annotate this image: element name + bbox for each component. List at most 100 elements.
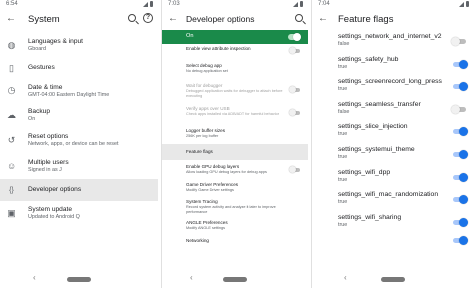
nav-back-icon[interactable]: ‹ [33,273,36,282]
item-title: System update [28,206,72,213]
dev-item-wait-for-debugger[interactable]: Wait for debugger Debugged application w… [162,80,308,102]
item-subtitle: Updated to Android Q [28,214,80,220]
flag-row[interactable]: settings_screenrecord_long_press true [312,75,474,98]
flag-row[interactable]: settings_systemui_theme true [312,143,474,166]
status-bar: 6:54 [0,0,158,10]
dev-item-networking[interactable]: Networking [162,235,308,247]
flag-row[interactable]: settings_network_and_internet_v2 false [312,30,474,53]
dev-item-system-tracing[interactable]: System Tracing Record system activity an… [162,197,308,217]
flag-toggle[interactable] [453,127,468,137]
reset-icon: ↺ [7,135,16,145]
item-title: Developer options [28,186,82,193]
settings-item-gestures[interactable]: ▯ Gestures [0,58,158,78]
flag-toggle[interactable] [453,236,468,246]
person-icon: ☺ [7,161,17,171]
search-icon[interactable] [295,14,303,22]
dev-item-logger-buffer[interactable]: Logger buffer sizes 256K per log buffer [162,126,308,144]
settings-item-system-update[interactable]: ▣ System update Updated to Android Q [0,201,158,225]
status-icons [143,1,153,7]
home-pill[interactable] [67,277,91,282]
settings-item-developer-options[interactable]: {} Developer options [0,179,158,201]
item-subtitle: On [28,116,36,122]
dev-item-verify-apps-usb[interactable]: Verify apps over USB Check apps installe… [162,102,308,126]
home-pill[interactable] [381,277,405,282]
back-arrow-icon[interactable]: ← [168,13,178,24]
item-title: Multiple users [28,159,69,166]
flag-value: false [338,41,350,47]
item-title: Date & time [28,84,63,91]
phone-update-icon: ▣ [7,208,16,218]
item-subtitle: No debug application set [186,69,228,73]
toggle-switch[interactable] [289,86,300,93]
help-icon[interactable]: ? [143,13,153,23]
flag-toggle[interactable] [453,82,468,92]
item-subtitle: 256K per log buffer [186,134,219,138]
flag-name: settings_wifi_sharing [338,213,402,221]
flag-value: true [338,176,348,183]
feature-flags-screen: 7:04 ← Feature flags settings_network_an… [311,0,474,288]
flag-row[interactable]: settings_wifi_sharing true [312,211,474,234]
toggle-switch[interactable] [289,47,300,54]
dev-item-feature-flags[interactable]: Feature flags [162,144,308,160]
flag-value: true [338,63,348,70]
backup-icon: ☁ [7,110,16,120]
dev-item-angle[interactable]: ANGLE Preferences Modify ANGLE settings [162,217,308,235]
dev-item-gpu-debug-layers[interactable]: Enable GPU debug layers Allow loading GP… [162,160,308,180]
toggle-switch[interactable] [289,166,300,173]
battery-icon [300,1,303,7]
item-title: Networking [186,238,209,243]
dev-item-select-debug-app[interactable]: Select debug app No debug application se… [162,60,308,80]
developer-options-master-switch[interactable]: On [162,30,308,44]
nav-back-icon[interactable]: ‹ [190,273,193,282]
status-time: 7:03 [168,1,180,7]
settings-item-backup[interactable]: ☁ Backup On [0,102,158,127]
battery-icon [466,1,469,7]
page-title: Developer options [186,14,255,24]
flag-value: true [338,131,348,138]
settings-item-reset[interactable]: ↺ Reset options Network, apps, or device… [0,127,158,154]
status-bar: 7:04 [312,0,474,10]
flag-row[interactable]: settings_wifi_mac_randomization true [312,188,474,211]
flag-toggle[interactable] [453,172,468,182]
back-arrow-icon[interactable]: ← [6,13,16,24]
flag-row[interactable]: settings_seamless_transfer false [312,98,474,121]
flag-row[interactable]: settings_wifi_dpp true [312,166,474,189]
flag-toggle[interactable] [453,59,468,69]
settings-item-languages[interactable]: ◍ Languages & input Gboard [0,34,158,58]
flag-value: false [338,108,350,115]
settings-item-date-time[interactable]: ◷ Date & time GMT-04:00 Eastern Daylight… [0,78,158,102]
nav-back-icon[interactable]: ‹ [344,273,347,282]
app-bar: ← System ? [0,10,158,30]
back-arrow-icon[interactable]: ← [318,13,328,24]
item-subtitle: Modify Game Driver settings [186,188,234,192]
flag-value: true [338,221,348,228]
toggle-switch[interactable] [289,109,300,116]
flag-toggle[interactable] [451,37,466,46]
flag-row[interactable] [312,233,474,256]
flag-toggle[interactable] [453,149,468,159]
page-title: System [28,14,60,25]
master-toggle[interactable] [288,32,301,41]
flag-name: settings_slice_injection [338,123,408,131]
system-screen: 6:54 ← System ? ◍ Languages & input Gboa… [0,0,158,288]
search-icon[interactable] [128,14,136,22]
dev-item-view-attribute[interactable]: Enable view attribute inspection [162,44,308,60]
flag-toggle[interactable] [453,217,468,227]
item-title: Languages & input [28,38,83,45]
settings-item-users[interactable]: ☺ Multiple users Signed in as J [0,154,158,179]
page-title: Feature flags [338,14,394,25]
flag-row[interactable]: settings_slice_injection true [312,120,474,143]
app-bar: ← Feature flags [312,10,474,30]
item-title: Backup [28,108,50,115]
dev-item-game-driver[interactable]: Game Driver Preferences Modify Game Driv… [162,180,308,197]
home-pill[interactable] [223,277,247,282]
flag-row[interactable]: settings_safety_hub true [312,53,474,76]
item-subtitle: Allow loading GPU debug layers for debug… [186,170,267,174]
flag-toggle[interactable] [451,104,466,114]
code-icon: {} [9,187,14,194]
feature-flags-list: settings_network_and_internet_v2 false s… [312,30,474,256]
flag-toggle[interactable] [453,195,468,205]
flag-name: settings_seamless_transfer [338,100,421,108]
nav-bar: ‹ [162,270,308,288]
signal-icon [143,2,148,7]
